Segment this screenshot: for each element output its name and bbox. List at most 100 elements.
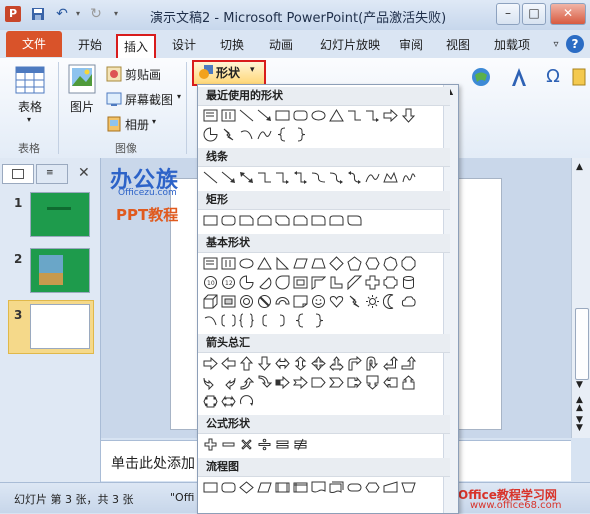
shape-vertical-textbox[interactable] xyxy=(220,255,236,272)
tab-transitions[interactable]: 切换 xyxy=(214,34,250,56)
shape-round-diagonal[interactable] xyxy=(346,212,362,229)
shape-flowchart-multidocument[interactable] xyxy=(328,479,344,496)
shape-multiply[interactable] xyxy=(238,436,254,453)
shape-right-brace[interactable] xyxy=(292,126,308,143)
shape-left-arrow[interactable] xyxy=(220,355,236,372)
screenshot-button[interactable]: 屏幕截图 xyxy=(125,91,173,108)
shape-flowchart-data[interactable] xyxy=(256,479,272,496)
shape-flowchart-terminator[interactable] xyxy=(346,479,362,496)
scroll-up-icon[interactable]: ▲ xyxy=(576,162,583,172)
shape-double-arrow-line[interactable] xyxy=(238,169,254,186)
shape-dodecagon[interactable]: 12 xyxy=(220,274,236,291)
previous-slide-icon[interactable]: ▲ ▲ xyxy=(576,396,583,413)
shape-left-right-up-arrow[interactable] xyxy=(328,355,344,372)
next-slide-icon[interactable]: ▼ ▼ xyxy=(576,416,583,433)
shape-line[interactable] xyxy=(238,107,254,124)
shape-cube[interactable] xyxy=(202,293,218,310)
tab-slideshow[interactable]: 幻灯片放映 xyxy=(313,34,387,56)
tab-animations[interactable]: 动画 xyxy=(263,34,299,56)
shape-round-same-side[interactable] xyxy=(328,212,344,229)
tab-home[interactable]: 开始 xyxy=(72,34,108,56)
shape-left-bracket[interactable] xyxy=(256,312,272,329)
shape-not-equal[interactable] xyxy=(292,436,308,453)
shape-curved-double-arrow[interactable] xyxy=(346,169,362,186)
screenshot-dropdown-icon[interactable]: ▾ xyxy=(177,92,181,101)
clipart-icon[interactable] xyxy=(106,66,122,82)
table-button[interactable]: 表格 xyxy=(18,98,42,115)
shape-elbow-connector[interactable] xyxy=(346,107,362,124)
slide-thumbnail-2[interactable] xyxy=(30,248,90,293)
shape-elbow-arrow[interactable] xyxy=(274,169,290,186)
shape-diamond[interactable] xyxy=(328,255,344,272)
shape-minus[interactable] xyxy=(220,436,236,453)
screenshot-icon[interactable] xyxy=(106,91,122,107)
shape-curved-down-arrow[interactable] xyxy=(256,374,272,391)
scroll-thumb[interactable] xyxy=(575,308,589,380)
shape-bevel[interactable] xyxy=(220,293,236,310)
shape-plaque[interactable] xyxy=(382,274,398,291)
shape-flowchart-predefined-process[interactable] xyxy=(274,479,290,496)
globe-icon[interactable] xyxy=(470,66,492,88)
shape-scribble[interactable] xyxy=(400,169,416,186)
customize-toolbar-icon[interactable]: ▾ xyxy=(108,6,124,22)
shape-chevron[interactable] xyxy=(328,374,344,391)
shape-textbox[interactable] xyxy=(202,107,218,124)
table-dropdown-icon[interactable]: ▾ xyxy=(27,115,31,124)
album-button[interactable]: 相册 xyxy=(125,116,149,133)
shape-chord[interactable] xyxy=(256,274,272,291)
shape-curved-connector[interactable] xyxy=(310,169,326,186)
shape-folded-corner[interactable] xyxy=(292,293,308,310)
shape-double-brace[interactable] xyxy=(238,312,254,329)
shape-down-arrow-callout[interactable] xyxy=(364,374,380,391)
shape-left-right-arrow[interactable] xyxy=(274,355,290,372)
shape-bent-arrow[interactable] xyxy=(346,355,362,372)
powerpoint-logo-icon[interactable]: P xyxy=(5,6,21,22)
shape-arrow-line[interactable] xyxy=(220,169,236,186)
shape-curved-arrow[interactable] xyxy=(328,169,344,186)
shape-divide[interactable] xyxy=(256,436,272,453)
shape-lightning-bolt[interactable] xyxy=(346,293,362,310)
tab-outline[interactable]: ≡ xyxy=(36,164,68,184)
tab-addins[interactable]: 加载项 xyxy=(489,34,535,56)
close-button[interactable]: ✕ xyxy=(550,3,586,25)
tab-file[interactable]: 文件 xyxy=(6,31,62,57)
shape-right-triangle[interactable] xyxy=(274,255,290,272)
shape-no-symbol[interactable] xyxy=(256,293,272,310)
shape-right-arrow[interactable] xyxy=(202,355,218,372)
tab-insert[interactable]: 插入 xyxy=(116,34,156,58)
shape-elbow-arrow[interactable] xyxy=(364,107,380,124)
picture-icon[interactable] xyxy=(68,64,96,94)
shape-left-brace[interactable] xyxy=(292,312,308,329)
undo-dropdown-icon[interactable]: ▾ xyxy=(70,6,86,22)
shape-rectangle[interactable] xyxy=(202,212,218,229)
shape-lightning[interactable] xyxy=(220,126,236,143)
shape-left-right-arrow-callout[interactable] xyxy=(202,393,218,410)
shape-right-arrow[interactable] xyxy=(382,107,398,124)
shape-striped-right-arrow[interactable] xyxy=(274,374,290,391)
save-icon[interactable] xyxy=(30,6,46,22)
shape-diagonal-stripe[interactable] xyxy=(346,274,362,291)
shape-frame[interactable] xyxy=(292,274,308,291)
shape-left-brace[interactable] xyxy=(274,126,290,143)
shape-snip-round[interactable] xyxy=(292,212,308,229)
shape-flowchart-manual-operation[interactable] xyxy=(400,479,416,496)
scroll-down-icon[interactable]: ▼ xyxy=(576,380,583,390)
tab-slides[interactable] xyxy=(2,164,34,184)
shape-flowchart-process[interactable] xyxy=(202,479,218,496)
shape-octagon[interactable] xyxy=(400,255,416,272)
shape-rectangle[interactable] xyxy=(274,107,290,124)
shape-curved-left-arrow[interactable] xyxy=(220,374,236,391)
shape-elbow-connector[interactable] xyxy=(256,169,272,186)
shape-donut[interactable] xyxy=(238,293,254,310)
media-icon[interactable] xyxy=(572,66,586,88)
shape-parallelogram[interactable] xyxy=(292,255,308,272)
album-icon[interactable] xyxy=(106,116,122,132)
shape-pentagon[interactable] xyxy=(346,255,362,272)
shape-snip-diagonal[interactable] xyxy=(274,212,290,229)
shape-triangle[interactable] xyxy=(256,255,272,272)
shape-half-frame[interactable] xyxy=(310,274,326,291)
shape-rounded-rectangle[interactable] xyxy=(292,107,308,124)
shape-arrow-line[interactable] xyxy=(256,107,272,124)
shape-flowchart-internal-storage[interactable] xyxy=(292,479,308,496)
shape-hexagon[interactable] xyxy=(364,255,380,272)
